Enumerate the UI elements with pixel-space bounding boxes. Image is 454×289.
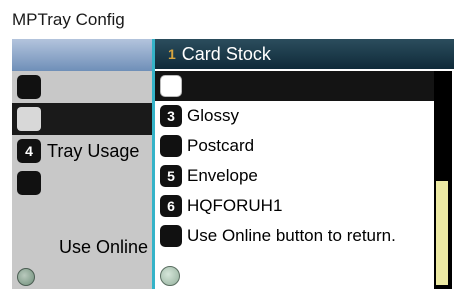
left-item-label: Tray Usage — [47, 140, 140, 161]
left-menu-item-1[interactable] — [12, 71, 152, 103]
menu-item-hqforuh1[interactable]: 6 HQFORUH1 — [155, 191, 434, 221]
left-item-number-box: 4 — [17, 139, 41, 163]
left-item-number-box — [17, 171, 41, 195]
item-label: Use Online button to return. — [187, 226, 396, 245]
left-item-label: Use Online — [58, 236, 148, 257]
left-indicator-dot-icon — [17, 268, 35, 286]
scrollbar-thumb[interactable] — [436, 181, 448, 285]
left-panel-header — [12, 39, 152, 71]
left-menu-item-2[interactable] — [12, 103, 152, 135]
item-label: Glossy — [187, 106, 239, 125]
window-title: MPTray Config — [12, 10, 125, 29]
left-menu-panel: 4 Tray Usage Use Online — [12, 39, 152, 289]
card-stock-menu-panel: 1 Card Stock 3 Glossy Postcard 5 Envelop… — [152, 39, 454, 289]
item-number-box — [160, 75, 182, 97]
item-number-box: 5 — [160, 165, 182, 187]
item-number-box — [160, 135, 182, 157]
left-menu-item-use-online[interactable]: Use Online — [12, 231, 152, 263]
menu-item-use-online-hint[interactable]: Use Online button to return. — [155, 221, 434, 251]
item-label: HQFORUH1 — [187, 196, 283, 215]
item-label: Postcard — [187, 136, 255, 155]
item-label: Envelope — [187, 166, 258, 185]
item-number-box: 3 — [160, 105, 182, 127]
menu-item-selected[interactable] — [155, 71, 434, 101]
menu-item-glossy[interactable]: 3 Glossy — [155, 101, 434, 131]
left-menu-item-tray-usage[interactable]: 4 Tray Usage — [12, 135, 152, 167]
menu-item-postcard[interactable]: Postcard — [155, 131, 434, 161]
left-menu-item-4[interactable] — [12, 167, 152, 199]
item-number-box: 6 — [160, 195, 182, 217]
item-number-box — [160, 225, 182, 247]
header-label: Card Stock — [181, 43, 271, 64]
left-item-number-box — [17, 107, 41, 131]
header-number: 1 — [168, 46, 176, 62]
menu-item-envelope[interactable]: 5 Envelope — [155, 161, 434, 191]
card-stock-header: 1 Card Stock — [152, 39, 454, 69]
left-item-number-box — [17, 75, 41, 99]
indicator-dot-icon — [160, 266, 180, 286]
